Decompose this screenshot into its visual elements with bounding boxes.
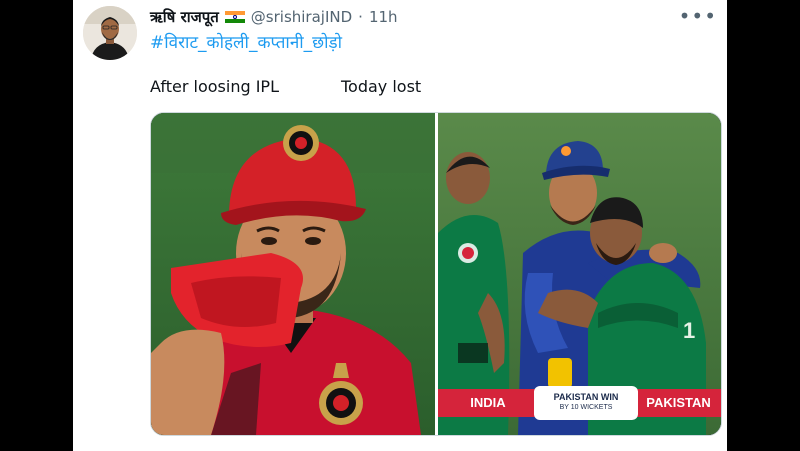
team-india-label: INDIA xyxy=(438,389,538,417)
hashtag-link[interactable]: #विराट_कोहली_कप्तानी_छोड़ो xyxy=(150,30,342,53)
user-handle[interactable]: @srishirajIND xyxy=(251,8,352,26)
tweet-media[interactable]: 1 INDIA PAKISTAN PAKISTAN WIN BY 10 WICK… xyxy=(150,112,722,436)
svg-text:1: 1 xyxy=(683,318,695,343)
match-scorebar: INDIA PAKISTAN PAKISTAN WIN BY 10 WICKET… xyxy=(438,386,721,420)
more-options-icon[interactable]: ••• xyxy=(679,6,717,26)
tweet-header: ऋषि राजपूत @srishirajIND · 11h xyxy=(150,6,398,28)
caption-left: After loosing IPL xyxy=(150,77,279,96)
team-pakistan-label: PAKISTAN xyxy=(636,389,721,417)
avatar[interactable] xyxy=(83,6,137,60)
result-line2: BY 10 WICKETS xyxy=(559,404,613,411)
caption-right: Today lost xyxy=(341,77,422,96)
separator-dot: · xyxy=(358,8,363,26)
result-line1: PAKISTAN WIN xyxy=(553,392,619,402)
tweet-timestamp[interactable]: 11h xyxy=(369,8,398,26)
match-result-badge: PAKISTAN WIN BY 10 WICKETS xyxy=(534,386,638,420)
tweet-card[interactable]: ऋषि राजपूत @srishirajIND · 11h ••• #विरा… xyxy=(73,0,727,451)
media-image-left[interactable] xyxy=(151,113,435,435)
media-image-right[interactable]: 1 INDIA PAKISTAN PAKISTAN WIN BY 10 WICK… xyxy=(438,113,721,435)
display-name[interactable]: ऋषि राजपूत xyxy=(150,7,219,27)
india-flag-icon xyxy=(224,10,245,24)
